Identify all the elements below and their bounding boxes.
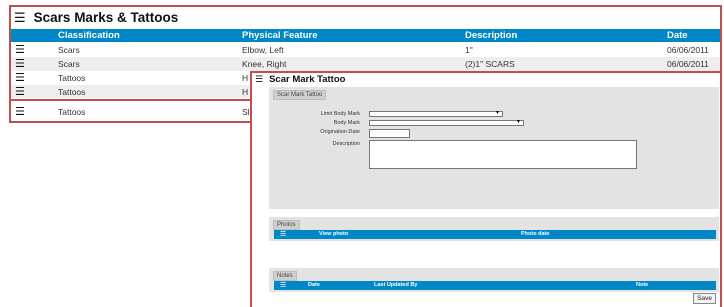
- column-last-updated-by[interactable]: Last Updated By: [374, 281, 417, 290]
- scar-mark-tattoo-form: ☰ Scar Mark Tattoo Scar Mark Tattoo Limi…: [250, 71, 722, 307]
- cell-feature: Elbow, Left: [242, 45, 284, 55]
- column-classification[interactable]: Classification: [58, 29, 120, 42]
- cell-feature: Knee, Right: [242, 59, 287, 69]
- menu-icon[interactable]: ☰: [280, 230, 286, 239]
- cell-description: (2)1" SCARS: [465, 59, 515, 69]
- cell-date: 06/06/2011: [667, 45, 709, 55]
- limit-body-mark-select[interactable]: ▼: [369, 110, 503, 117]
- body-mark-label: Body Mark: [333, 120, 360, 126]
- cell-classification: Tattoos: [58, 107, 86, 117]
- form-header: ☰ Scar Mark Tattoo: [252, 73, 720, 86]
- row-menu-icon[interactable]: ☰: [15, 43, 25, 57]
- section-label: Photos: [273, 220, 300, 230]
- cell-description: 1": [465, 45, 473, 55]
- description-textarea[interactable]: [369, 140, 637, 169]
- section-label: Notes: [273, 271, 297, 281]
- limit-body-mark-label: Limit Body Mark: [320, 111, 360, 117]
- row-menu-icon[interactable]: ☰: [15, 85, 25, 99]
- list-header: ☰ Scars Marks & Tattoos: [11, 7, 720, 27]
- description-label: Description: [332, 141, 360, 147]
- cell-classification: Tattoos: [58, 73, 86, 83]
- cell-feature: H: [242, 73, 249, 83]
- cell-date: 06/06/2011: [667, 59, 709, 69]
- chevron-down-icon: ▼: [495, 110, 500, 116]
- column-description[interactable]: Description: [465, 29, 517, 42]
- section-photos: Photos ☰ View photo Photo date: [269, 217, 719, 241]
- row-menu-icon[interactable]: ☰: [15, 71, 25, 85]
- save-button[interactable]: Save: [693, 293, 716, 304]
- section-scar-mark-tattoo: Scar Mark Tattoo Limit Body Mark ▼ Body …: [269, 87, 719, 209]
- form-title: Scar Mark Tattoo: [269, 74, 346, 85]
- section-label: Scar Mark Tattoo: [273, 90, 327, 100]
- list-column-header: Classification Physical Feature Descript…: [11, 29, 720, 42]
- menu-icon[interactable]: ☰: [280, 281, 286, 290]
- body-mark-select[interactable]: ▼: [369, 119, 524, 126]
- row-menu-icon[interactable]: ☰: [15, 57, 25, 71]
- origination-date-input[interactable]: [369, 129, 410, 138]
- column-physical-feature[interactable]: Physical Feature: [242, 29, 318, 42]
- column-view-photo[interactable]: View photo: [319, 230, 348, 239]
- photos-column-header: ☰ View photo Photo date: [274, 230, 716, 239]
- notes-column-header: ☰ Date Last Updated By Note: [274, 281, 716, 290]
- menu-icon[interactable]: ☰: [14, 11, 26, 24]
- menu-icon[interactable]: ☰: [255, 75, 263, 84]
- cell-classification: Tattoos: [58, 87, 86, 97]
- chevron-down-icon: ▼: [516, 119, 521, 125]
- cell-classification: Scars: [58, 59, 80, 69]
- column-date[interactable]: Date: [308, 281, 320, 290]
- section-notes: Notes ☰ Date Last Updated By Note: [269, 268, 719, 292]
- table-row[interactable]: ☰ Scars Elbow, Left 1" 06/06/2011: [11, 43, 720, 57]
- list-title: Scars Marks & Tattoos: [33, 9, 179, 25]
- column-date[interactable]: Date: [667, 29, 688, 42]
- cell-classification: Scars: [58, 45, 80, 55]
- cell-feature: Sl: [242, 107, 250, 117]
- column-note[interactable]: Note: [636, 281, 648, 290]
- column-photo-date[interactable]: Photo date: [521, 230, 549, 239]
- table-row[interactable]: ☰ Scars Knee, Right (2)1" SCARS 06/06/20…: [11, 57, 720, 71]
- cell-feature: H: [242, 87, 249, 97]
- origination-date-label: Origination Date: [320, 129, 360, 135]
- table-row[interactable]: ☰ Tattoos Sl: [11, 105, 250, 119]
- row-menu-icon[interactable]: ☰: [15, 105, 25, 119]
